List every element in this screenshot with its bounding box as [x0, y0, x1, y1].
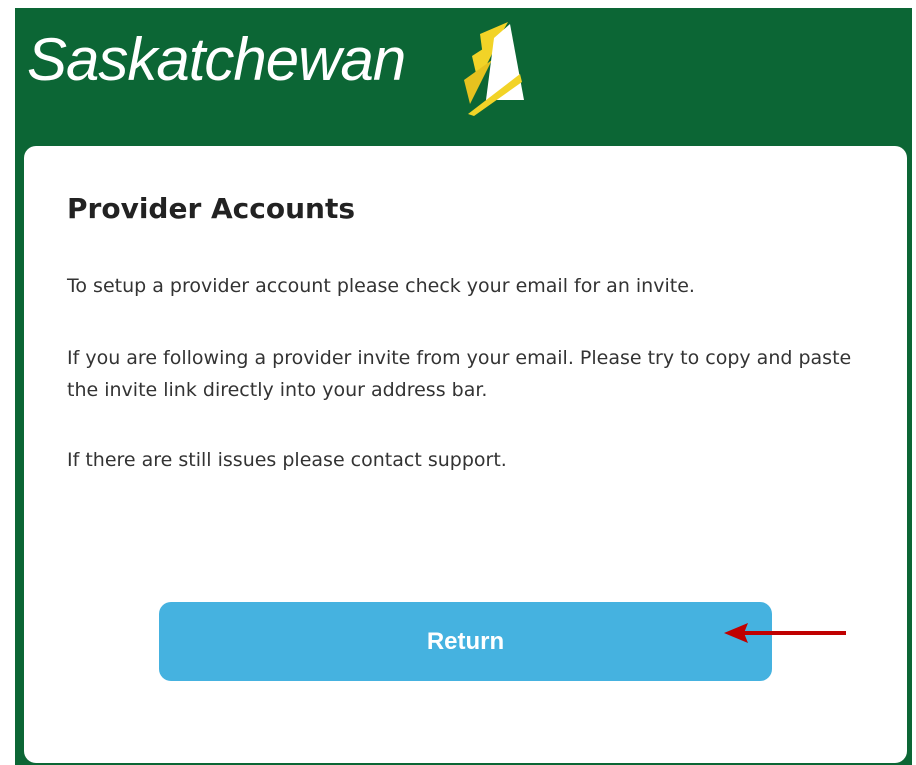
- invite-link-help-text: If you are following a provider invite f…: [67, 347, 852, 401]
- support-text: If there are still issues please contact…: [67, 449, 507, 471]
- app-frame: Saskatchewan Provider Accounts To setup …: [15, 8, 912, 765]
- page-title: Provider Accounts: [67, 192, 356, 225]
- arrow-left-icon: [724, 623, 846, 643]
- logo-wordmark: Saskatchewan: [27, 26, 406, 93]
- instruction-text: To setup a provider account please check…: [67, 275, 695, 297]
- return-button[interactable]: Return: [159, 602, 772, 681]
- wheat-sheaf-icon: [464, 22, 524, 116]
- saskatchewan-logo: Saskatchewan: [27, 16, 527, 116]
- provider-accounts-card: Provider Accounts To setup a provider ac…: [24, 146, 907, 763]
